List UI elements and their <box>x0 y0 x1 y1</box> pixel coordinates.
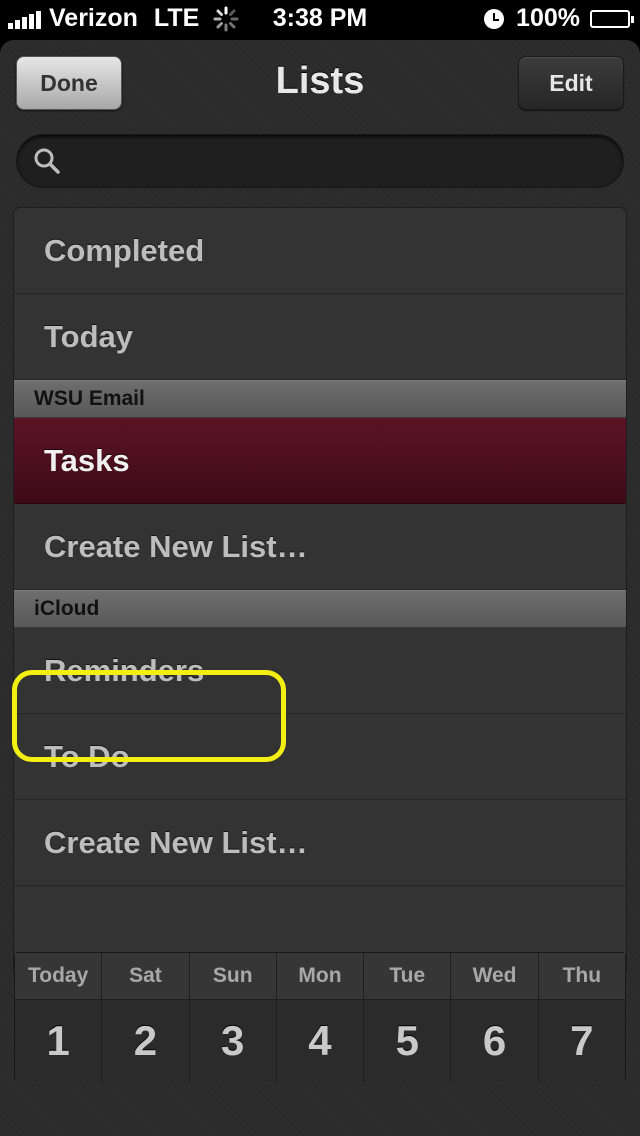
calendar-day-number: 2 <box>102 1000 189 1082</box>
section-header-wsu-email: WSU Email <box>14 380 626 418</box>
calendar-day-name: Wed <box>451 953 538 1000</box>
calendar-day-name: Mon <box>276 953 364 1000</box>
navigation-bar: Done Lists Edit <box>0 40 640 130</box>
search-input[interactable] <box>73 143 607 181</box>
search-icon <box>34 148 60 174</box>
status-right: 100% <box>484 4 634 33</box>
calendar-day[interactable]: Today 1 <box>15 953 103 1082</box>
alarm-icon <box>484 8 505 29</box>
calendar-day-name: Sun <box>189 953 276 1000</box>
calendar-day-name: Tue <box>364 953 451 1000</box>
battery-percent: 100% <box>516 4 580 32</box>
calendar-day-name: Sat <box>102 953 189 1000</box>
calendar-day-number: 7 <box>538 1000 625 1082</box>
search-bar[interactable] <box>16 134 624 188</box>
calendar-day[interactable]: Thu 7 <box>538 953 625 1082</box>
calendar-day-number: 1 <box>15 1000 102 1082</box>
calendar-day[interactable]: Tue 5 <box>364 953 452 1082</box>
status-bar: Verizon LTE 3:38 PM 100% <box>0 0 640 40</box>
calendar-day[interactable]: Mon 4 <box>276 953 365 1082</box>
battery-icon <box>590 9 634 28</box>
calendar-strip: Today 1 Sat 2 Sun 3 Mon 4 Tue 5 Wed 6 Th… <box>14 952 626 1082</box>
list-item-completed[interactable]: Completed <box>14 208 626 294</box>
calendar-day[interactable]: Sun 3 <box>189 953 277 1082</box>
create-new-list-icloud-button[interactable]: Create New List… <box>14 800 626 886</box>
list-item-today[interactable]: Today <box>14 294 626 380</box>
highlight-annotation <box>12 670 286 762</box>
calendar-day[interactable]: Sat 2 <box>102 953 190 1082</box>
create-new-list-wsu-button[interactable]: Create New List… <box>14 504 626 590</box>
section-header-icloud: iCloud <box>14 590 626 628</box>
calendar-day-name: Thu <box>538 953 625 1000</box>
edit-button[interactable]: Edit <box>518 56 624 110</box>
lists-table: Completed Today WSU Email Tasks Create N… <box>14 208 626 970</box>
list-item-tasks[interactable]: Tasks <box>14 418 626 504</box>
calendar-day[interactable]: Wed 6 <box>451 953 539 1082</box>
calendar-day-name: Today <box>15 953 102 1000</box>
calendar-day-number: 6 <box>451 1000 538 1082</box>
calendar-day-number: 4 <box>276 1000 364 1082</box>
calendar-day-number: 3 <box>189 1000 276 1082</box>
calendar-day-number: 5 <box>364 1000 451 1082</box>
